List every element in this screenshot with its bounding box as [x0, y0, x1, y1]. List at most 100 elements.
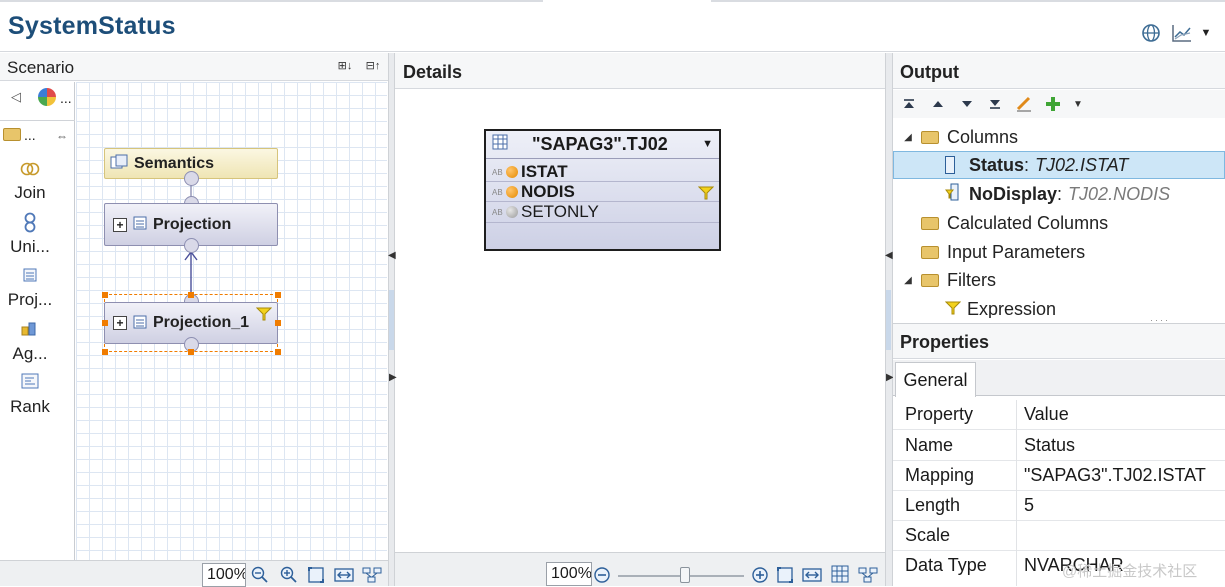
table-column-row[interactable]: AB ISTAT: [486, 162, 719, 182]
auto-layout-icon[interactable]: [858, 565, 878, 585]
fit-to-window-icon[interactable]: [775, 565, 795, 585]
splitter-grip[interactable]: [886, 290, 891, 350]
expand-icon[interactable]: +: [113, 316, 127, 330]
column-mapping: TJ02.NODIS: [1068, 183, 1171, 204]
move-up-icon[interactable]: [928, 94, 948, 114]
palette-more[interactable]: ...: [60, 90, 72, 106]
fit-width-icon[interactable]: [334, 565, 354, 585]
selected-dot-icon[interactable]: [506, 166, 518, 178]
property-value[interactable]: Status: [1024, 435, 1075, 456]
resize-handle[interactable]: [102, 292, 108, 298]
node-port[interactable]: [184, 238, 199, 253]
table-column-row[interactable]: AB NODIS: [486, 182, 719, 202]
join-icon[interactable]: [18, 162, 42, 184]
tree-node-input-parameters[interactable]: Input Parameters: [921, 238, 1085, 266]
tree-item-nodisplay[interactable]: NoDisplay: TJ02.NODIS: [945, 180, 1170, 208]
palette-projection[interactable]: Proj...: [0, 290, 60, 310]
column-divider[interactable]: [1016, 400, 1017, 586]
property-value[interactable]: "SAPAG3".TJ02.ISTAT: [1024, 465, 1206, 486]
tree-label: Input Parameters: [947, 241, 1086, 262]
resize-handle[interactable]: [275, 292, 281, 298]
property-column-header[interactable]: Property: [905, 404, 973, 425]
palette-rank[interactable]: Rank: [0, 397, 60, 417]
palette-aggregation[interactable]: Ag...: [0, 344, 60, 364]
fit-to-window-icon[interactable]: [306, 565, 326, 585]
move-down-icon[interactable]: [957, 94, 977, 114]
palette-join[interactable]: Join: [0, 183, 60, 203]
swap-icon[interactable]: ⇔: [56, 129, 68, 143]
aggregation-icon[interactable]: [18, 319, 42, 341]
palette-icon[interactable]: [38, 88, 56, 106]
collapse-left-icon[interactable]: ◀: [388, 250, 396, 261]
tree-node-columns[interactable]: ◢ Columns: [901, 123, 1018, 151]
zoom-out-icon[interactable]: [592, 565, 612, 585]
zoom-in-icon[interactable]: [279, 565, 299, 585]
zoom-out-icon[interactable]: [250, 565, 270, 585]
palette-union[interactable]: Uni...: [0, 237, 60, 257]
globe-icon[interactable]: [1140, 22, 1162, 44]
move-top-icon[interactable]: [899, 94, 919, 114]
rank-icon[interactable]: [18, 373, 42, 395]
move-bottom-icon[interactable]: [985, 94, 1005, 114]
property-row[interactable]: Scale: [893, 521, 1225, 551]
zoom-in-icon[interactable]: [750, 565, 770, 585]
column-name: NoDisplay: [969, 183, 1058, 204]
selected-dot-icon[interactable]: [506, 186, 518, 198]
table-column-row[interactable]: AB SETONLY: [486, 202, 719, 222]
dropdown-icon[interactable]: ▼: [1198, 22, 1214, 44]
tree-label: Filters: [947, 269, 996, 290]
property-key: Length: [905, 495, 961, 515]
property-value[interactable]: 5: [1024, 495, 1034, 516]
property-row[interactable]: Name Status: [893, 431, 1225, 461]
resize-handle[interactable]: [102, 349, 108, 355]
auto-layout-icon[interactable]: [362, 565, 382, 585]
table-menu-icon[interactable]: ▼: [702, 138, 713, 150]
unselected-dot-icon[interactable]: [506, 206, 518, 218]
resize-handle[interactable]: [102, 320, 108, 326]
folder-icon: [921, 130, 939, 144]
expand-right-icon[interactable]: ▶: [389, 372, 397, 383]
resize-handle[interactable]: [188, 292, 194, 298]
projection-icon[interactable]: [18, 267, 42, 289]
expand-icon[interactable]: +: [113, 217, 127, 232]
collapse-left-icon[interactable]: ◀: [885, 250, 893, 261]
tree-node-filters[interactable]: ◢ Filters: [901, 266, 996, 294]
expand-all-icon[interactable]: ⊞↓: [335, 57, 355, 73]
tree-item-expression[interactable]: Expression: [944, 295, 1056, 318]
node-port[interactable]: [184, 171, 199, 186]
value-column-header[interactable]: Value: [1024, 404, 1069, 425]
divider: [0, 120, 75, 121]
zoom-level-input[interactable]: 100%: [546, 562, 592, 586]
add-icon[interactable]: [1043, 94, 1063, 114]
resize-handle[interactable]: [275, 349, 281, 355]
back-icon[interactable]: ◁: [11, 89, 21, 105]
property-row[interactable]: Length 5: [893, 491, 1225, 521]
folder-icon[interactable]: [3, 128, 21, 141]
fit-width-icon[interactable]: [802, 565, 822, 585]
resize-handle[interactable]: [275, 320, 281, 326]
type-ab-icon: AB: [492, 167, 503, 177]
zoom-slider-thumb[interactable]: [680, 567, 690, 583]
tab-general[interactable]: General: [895, 362, 976, 397]
tree-node-calculated[interactable]: Calculated Columns: [921, 209, 1108, 237]
collapse-icon[interactable]: ◢: [901, 275, 915, 286]
edit-icon[interactable]: [1014, 94, 1034, 114]
resize-handle[interactable]: [188, 349, 194, 355]
splitter-grip[interactable]: [389, 290, 394, 350]
page-title: SystemStatus: [8, 12, 176, 40]
property-row[interactable]: Mapping "SAPAG3".TJ02.ISTAT: [893, 461, 1225, 491]
property-key: Data Type: [905, 555, 987, 575]
collapse-icon[interactable]: ◢: [901, 132, 915, 143]
column-name: NODIS: [521, 182, 575, 201]
output-tree[interactable]: ◢ Columns Status: TJ02.ISTAT NoDisplay: …: [893, 120, 1225, 318]
collapse-all-icon[interactable]: ⊟↑: [363, 57, 383, 73]
chart-icon[interactable]: [1170, 22, 1194, 44]
union-icon[interactable]: [18, 212, 42, 234]
folder-more[interactable]: ...: [24, 127, 36, 143]
table-header[interactable]: "SAPAG3".TJ02 ▼: [486, 131, 719, 159]
data-source-table[interactable]: "SAPAG3".TJ02 ▼ AB ISTAT AB NODIS AB SET…: [484, 129, 721, 251]
add-dropdown-icon[interactable]: ▼: [1068, 94, 1088, 114]
grid-icon[interactable]: [830, 564, 850, 584]
tree-item-status[interactable]: Status: TJ02.ISTAT: [945, 151, 1128, 179]
zoom-level-input[interactable]: 100%: [202, 563, 246, 587]
